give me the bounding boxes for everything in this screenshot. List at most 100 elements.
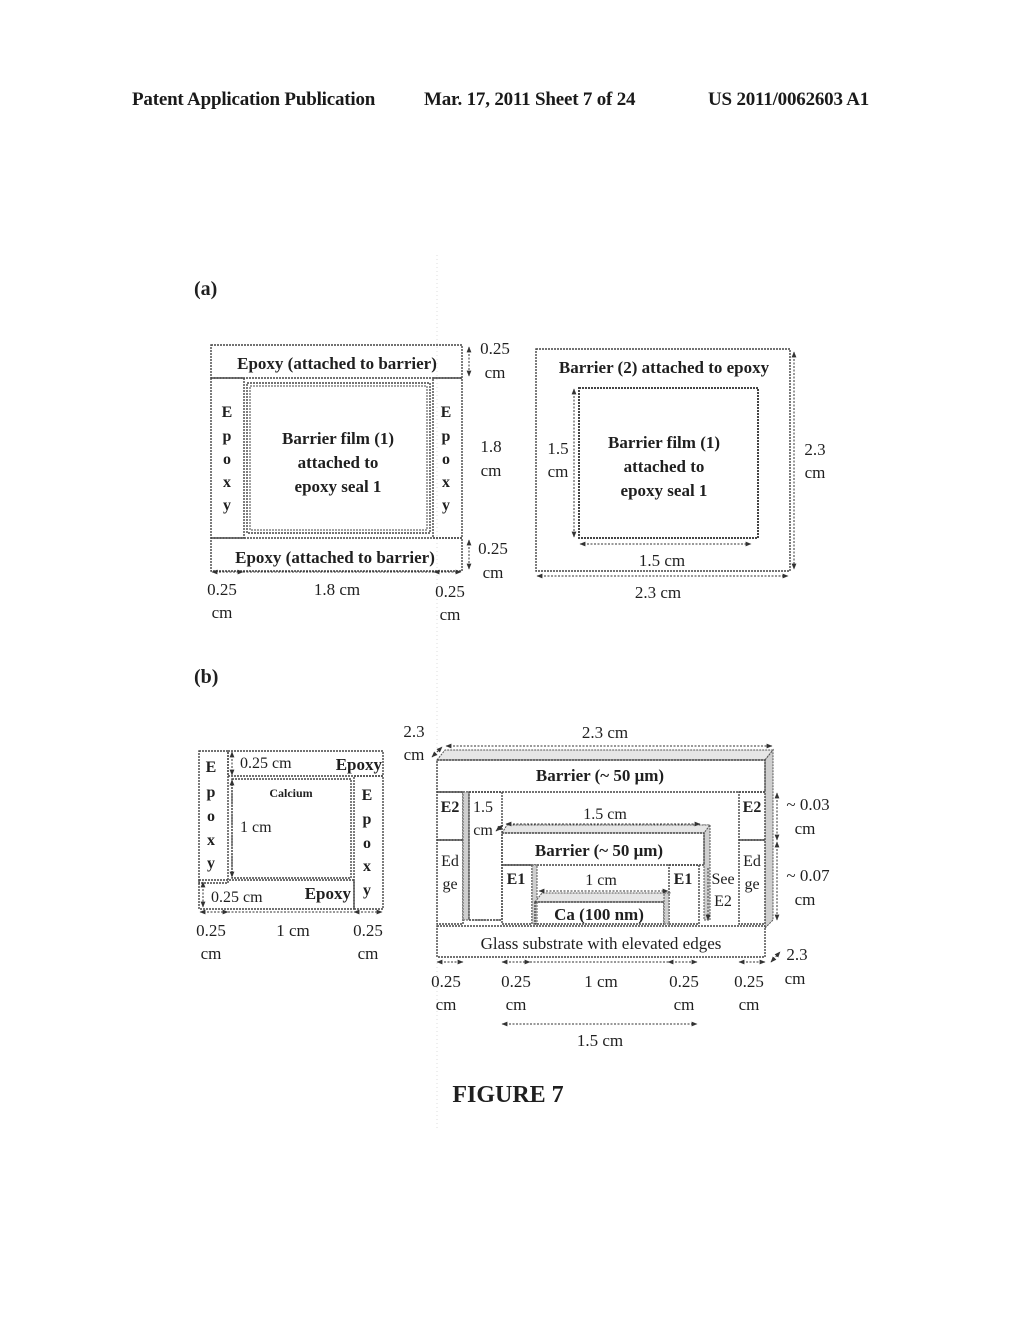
dim-label: 0.25 bbox=[431, 972, 461, 991]
barrier-film-label-line: attached to bbox=[624, 457, 705, 476]
epoxy-left-letter: y bbox=[223, 497, 231, 514]
edge-right-label: ge bbox=[744, 876, 759, 893]
e1-right-label: E1 bbox=[674, 871, 693, 888]
dim-label: 2.3 cm bbox=[635, 583, 681, 602]
outer-barrier-top-face bbox=[435, 749, 775, 761]
dim-label: 0.25 bbox=[435, 582, 465, 601]
epoxy-left-letter: o bbox=[223, 451, 231, 468]
dim-label: 0.25 bbox=[501, 972, 531, 991]
barrier-film-label-line: Barrier film (1) bbox=[608, 433, 720, 452]
inner-barrier-top-face bbox=[501, 824, 711, 834]
dim-label: cm bbox=[739, 995, 760, 1014]
dim-label: 0.25 bbox=[478, 539, 508, 558]
epoxy-right-letter: x bbox=[442, 474, 450, 491]
outer-right-side-face bbox=[764, 748, 774, 930]
calcium-label: Calcium bbox=[269, 786, 312, 800]
dim-label: cm bbox=[795, 819, 816, 838]
epoxy-bottom-label: Epoxy bbox=[305, 884, 352, 903]
panel-b-left-diagram: 0.25 cm Epoxy 0.25 cm Epoxy Calcium 1 cm… bbox=[196, 750, 384, 963]
dim-label: cm bbox=[473, 822, 493, 839]
panel-a-right-diagram: Barrier (2) attached to epoxy Barrier fi… bbox=[535, 348, 826, 602]
dim-label: 2.3 cm bbox=[582, 723, 628, 742]
epoxy-left-letter: x bbox=[207, 832, 215, 849]
epoxy-left-letter: p bbox=[207, 784, 216, 801]
epoxy-left-letter: x bbox=[223, 474, 231, 491]
ca-label: Ca (100 nm) bbox=[554, 905, 644, 924]
edge-left-label: ge bbox=[442, 876, 457, 893]
epoxy-bottom-label: Epoxy (attached to barrier) bbox=[235, 548, 435, 567]
calcium-dim-label: 1 cm bbox=[240, 819, 272, 836]
dim-label: 0.25 bbox=[480, 339, 510, 358]
dim-label: 1.8 bbox=[480, 437, 501, 456]
see-e2-label: E2 bbox=[714, 893, 732, 910]
ca-side-face bbox=[663, 892, 670, 925]
dim-label: cm bbox=[481, 461, 502, 480]
barrier-2-label: Barrier (2) attached to epoxy bbox=[559, 358, 770, 377]
epoxy-right-letter: o bbox=[442, 451, 450, 468]
epoxy-top-label: Epoxy (attached to barrier) bbox=[237, 354, 437, 373]
dim-label: cm bbox=[548, 462, 569, 481]
epoxy-right-letter: p bbox=[442, 428, 451, 445]
panel-b-label: (b) bbox=[194, 666, 218, 688]
inner-barrier-label: Barrier (~ 50 μm) bbox=[535, 841, 663, 860]
figure-7-diagram: (a) Epoxy (attached to barrier) Epoxy (a… bbox=[194, 255, 830, 1130]
epoxy-left-letter: y bbox=[207, 855, 215, 872]
figure-caption: FIGURE 7 bbox=[452, 1082, 563, 1108]
dim-label: cm bbox=[485, 363, 506, 382]
epoxy-right-letter: o bbox=[363, 835, 371, 852]
dim-label: cm bbox=[785, 969, 806, 988]
dim-label: 0.25 bbox=[734, 972, 764, 991]
dim-label: 2.3 bbox=[786, 945, 807, 964]
dim-label: cm bbox=[212, 603, 233, 622]
dim-label: cm bbox=[201, 944, 222, 963]
dim-arrow bbox=[770, 951, 781, 963]
dim-label: cm bbox=[674, 995, 695, 1014]
dim-label: cm bbox=[404, 745, 425, 764]
dim-label: 0.25 bbox=[353, 921, 383, 940]
barrier-film-label-line: epoxy seal 1 bbox=[295, 477, 382, 496]
dim-label: 1.5 bbox=[473, 799, 493, 816]
dim-label: 0.25 bbox=[207, 580, 237, 599]
edge-left-label: Ed bbox=[441, 853, 459, 870]
dim-label: cm bbox=[358, 944, 379, 963]
barrier-film-label-line: epoxy seal 1 bbox=[621, 481, 708, 500]
panel-a-left-diagram: Epoxy (attached to barrier) Epoxy (attac… bbox=[207, 339, 510, 624]
dim-label: 1 cm bbox=[585, 872, 617, 889]
dim-label: cm bbox=[506, 995, 527, 1014]
outer-barrier-label: Barrier (~ 50 μm) bbox=[536, 766, 664, 785]
epoxy-left-letter: E bbox=[222, 404, 233, 421]
dim-label: 1.8 cm bbox=[314, 580, 360, 599]
dim-label: 1.5 bbox=[547, 439, 568, 458]
dim-label: 1.5 cm bbox=[583, 806, 627, 823]
dim-label: cm bbox=[436, 995, 457, 1014]
inner-right-side-face bbox=[703, 824, 711, 921]
dim-label: 2.3 bbox=[804, 440, 825, 459]
dim-label: 0.25 bbox=[196, 921, 226, 940]
dim-label: cm bbox=[440, 605, 461, 624]
epoxy-right-letter: y bbox=[442, 497, 450, 514]
ca-top-face bbox=[533, 892, 671, 903]
dim-label: cm bbox=[795, 890, 816, 909]
epoxy-right-letter: x bbox=[363, 858, 371, 875]
dim-label: ~ 0.03 bbox=[786, 795, 829, 814]
panel-a-label: (a) bbox=[194, 278, 217, 300]
dim-label: 0.25 cm bbox=[211, 889, 263, 906]
elevated-edge-left-shade bbox=[462, 791, 470, 921]
dim-label: 1.5 cm bbox=[577, 1031, 623, 1050]
barrier-film-label-line: Barrier film (1) bbox=[282, 429, 394, 448]
dim-label: 2.3 bbox=[403, 722, 424, 741]
e2-left-label: E2 bbox=[441, 799, 460, 816]
epoxy-left-letter: p bbox=[223, 428, 232, 445]
epoxy-right-letter: y bbox=[363, 882, 371, 899]
epoxy-top-label: Epoxy bbox=[336, 755, 383, 774]
dim-label: cm bbox=[805, 463, 826, 482]
epoxy-right-letter: E bbox=[441, 404, 452, 421]
epoxy-left-letter: o bbox=[207, 808, 215, 825]
edge-right-label: Ed bbox=[743, 853, 761, 870]
dim-label: ~ 0.07 bbox=[786, 866, 830, 885]
dim-label: 1 cm bbox=[276, 921, 310, 940]
dim-label: 0.25 bbox=[669, 972, 699, 991]
dim-label: 1.5 cm bbox=[639, 551, 685, 570]
see-e2-label: See bbox=[711, 871, 734, 888]
glass-substrate-label: Glass substrate with elevated edges bbox=[481, 934, 722, 953]
